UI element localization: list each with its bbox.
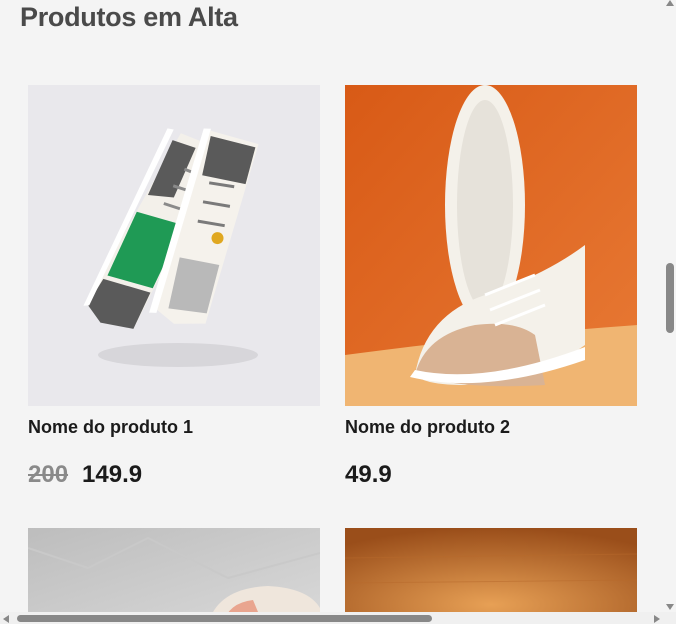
vertical-scrollbar[interactable] bbox=[664, 0, 676, 612]
product-card[interactable]: Nome do produto 1 200 149.9 bbox=[28, 85, 320, 488]
horizontal-scroll-thumb[interactable] bbox=[17, 615, 432, 622]
scroll-up-icon[interactable] bbox=[666, 0, 674, 6]
price-row: 49.9 bbox=[345, 461, 392, 489]
product-card[interactable]: Nome do produto 2 49.9 bbox=[345, 85, 637, 488]
vertical-scroll-thumb[interactable] bbox=[666, 263, 674, 333]
old-price: 200 bbox=[28, 461, 69, 488]
product-image[interactable] bbox=[345, 85, 637, 406]
horizontal-scrollbar[interactable] bbox=[0, 612, 676, 624]
current-price: 49.9 bbox=[345, 461, 392, 488]
product-image[interactable] bbox=[28, 85, 320, 406]
page-title: Produtos em Alta bbox=[20, 2, 238, 32]
scroll-right-icon[interactable] bbox=[654, 615, 660, 623]
product-card[interactable] bbox=[28, 528, 320, 624]
price-row: 200 149.9 bbox=[28, 461, 142, 489]
scroll-down-icon[interactable] bbox=[666, 604, 674, 610]
product-card[interactable] bbox=[345, 528, 637, 624]
product-name[interactable]: Nome do produto 2 bbox=[345, 417, 510, 438]
product-image[interactable] bbox=[28, 528, 320, 624]
scroll-left-icon[interactable] bbox=[3, 615, 9, 623]
product-name[interactable]: Nome do produto 1 bbox=[28, 417, 193, 438]
product-image[interactable] bbox=[345, 528, 637, 624]
current-price: 149.9 bbox=[82, 461, 143, 488]
